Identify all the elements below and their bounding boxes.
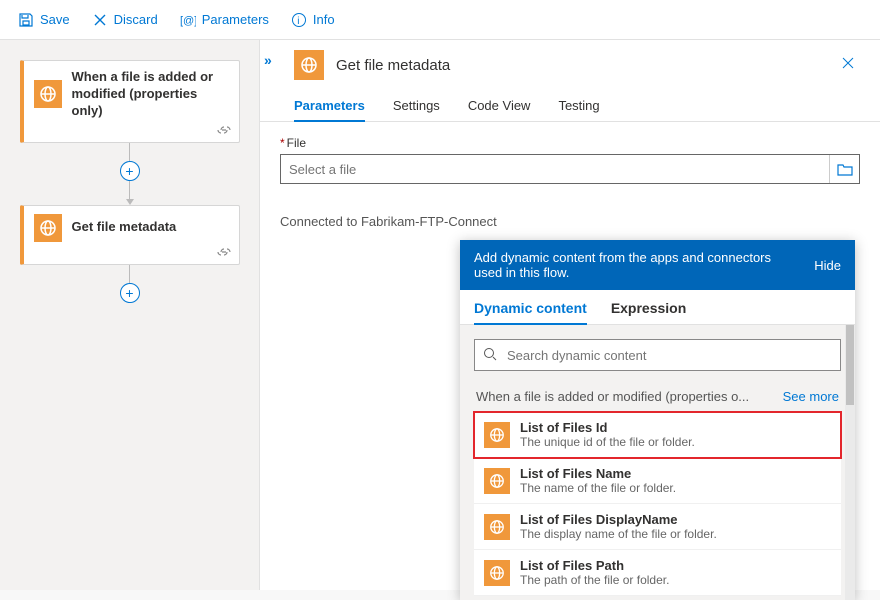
ftp-icon bbox=[294, 50, 324, 80]
info-icon: i bbox=[291, 12, 307, 28]
ftp-icon bbox=[484, 514, 510, 540]
info-label: Info bbox=[313, 12, 335, 27]
dynamic-content-tabs: Dynamic content Expression bbox=[460, 290, 855, 325]
dynamic-search-input[interactable] bbox=[507, 348, 832, 363]
dc-item-files-name[interactable]: List of Files Name The name of the file … bbox=[474, 458, 841, 504]
trigger-title: When a file is added or modified (proper… bbox=[72, 69, 229, 120]
item-desc: The display name of the file or folder. bbox=[520, 527, 831, 541]
dynamic-content-items: List of Files Id The unique id of the fi… bbox=[474, 412, 841, 596]
item-desc: The path of the file or folder. bbox=[520, 573, 831, 587]
add-step-button[interactable]: + bbox=[120, 161, 140, 181]
action-title: Get file metadata bbox=[72, 219, 177, 236]
svg-text:[@]: [@] bbox=[180, 15, 196, 27]
browse-folder-button[interactable] bbox=[829, 155, 859, 183]
tab-testing[interactable]: Testing bbox=[558, 90, 599, 121]
dc-item-files-displayname[interactable]: List of Files DisplayName The display na… bbox=[474, 504, 841, 550]
hide-button[interactable]: Hide bbox=[814, 258, 841, 273]
dc-section-title: When a file is added or modified (proper… bbox=[476, 389, 749, 404]
ftp-icon bbox=[34, 214, 62, 242]
see-more-link[interactable]: See more bbox=[783, 389, 839, 404]
dynamic-content-banner: Add dynamic content from the apps and co… bbox=[460, 240, 855, 290]
dynamic-content-body: When a file is added or modified (proper… bbox=[460, 325, 855, 600]
tab-expression[interactable]: Expression bbox=[611, 300, 686, 324]
action-card[interactable]: Get file metadata bbox=[20, 205, 240, 265]
save-icon bbox=[18, 12, 34, 28]
banner-text: Add dynamic content from the apps and co… bbox=[474, 250, 774, 280]
panel-header: Get file metadata bbox=[260, 40, 880, 90]
parameters-button[interactable]: [@] Parameters bbox=[172, 8, 277, 32]
discard-icon bbox=[92, 12, 108, 28]
parameters-label: Parameters bbox=[202, 12, 269, 27]
item-desc: The unique id of the file or folder. bbox=[520, 435, 831, 449]
tab-code-view[interactable]: Code View bbox=[468, 90, 531, 121]
scrollbar[interactable] bbox=[845, 325, 855, 600]
ftp-icon bbox=[484, 468, 510, 494]
save-button[interactable]: Save bbox=[10, 8, 78, 32]
item-title: List of Files Name bbox=[520, 466, 831, 481]
file-field-label: *File bbox=[280, 136, 860, 150]
svg-text:i: i bbox=[297, 16, 299, 27]
panel-tabs: Parameters Settings Code View Testing bbox=[260, 90, 880, 122]
save-label: Save bbox=[40, 12, 70, 27]
discard-label: Discard bbox=[114, 12, 158, 27]
tab-parameters[interactable]: Parameters bbox=[294, 90, 365, 121]
close-panel-button[interactable] bbox=[836, 51, 860, 80]
scrollbar-thumb[interactable] bbox=[846, 325, 854, 405]
connector-2: + bbox=[10, 265, 249, 303]
dc-section-header: When a file is added or modified (proper… bbox=[474, 385, 841, 412]
trigger-card[interactable]: When a file is added or modified (proper… bbox=[20, 60, 240, 143]
item-title: List of Files Id bbox=[520, 420, 831, 435]
parameters-icon: [@] bbox=[180, 12, 196, 28]
file-input[interactable] bbox=[281, 162, 829, 177]
link-icon bbox=[217, 246, 231, 260]
dynamic-content-popup: Add dynamic content from the apps and co… bbox=[460, 240, 855, 600]
item-title: List of Files DisplayName bbox=[520, 512, 831, 527]
collapse-panel-icon[interactable]: » bbox=[264, 52, 272, 68]
tab-dynamic-content[interactable]: Dynamic content bbox=[474, 300, 587, 324]
connection-status: Connected to Fabrikam-FTP-Connect bbox=[280, 214, 860, 229]
discard-button[interactable]: Discard bbox=[84, 8, 166, 32]
connector-1: + bbox=[10, 143, 249, 205]
file-input-wrapper bbox=[280, 154, 860, 184]
dynamic-search-wrapper bbox=[474, 339, 841, 371]
top-toolbar: Save Discard [@] Parameters i Info bbox=[0, 0, 880, 40]
ftp-icon bbox=[484, 422, 510, 448]
workflow-canvas: When a file is added or modified (proper… bbox=[0, 40, 260, 590]
info-button[interactable]: i Info bbox=[283, 8, 343, 32]
search-icon bbox=[483, 347, 497, 364]
add-step-button[interactable]: + bbox=[120, 283, 140, 303]
item-desc: The name of the file or folder. bbox=[520, 481, 831, 495]
ftp-icon bbox=[484, 560, 510, 586]
dc-item-files-id[interactable]: List of Files Id The unique id of the fi… bbox=[474, 412, 841, 458]
panel-title: Get file metadata bbox=[336, 57, 836, 74]
parameters-form: *File Connected to Fabrikam-FTP-Connect bbox=[260, 122, 880, 243]
details-panel: » Get file metadata Parameters Settings … bbox=[260, 40, 880, 590]
item-title: List of Files Path bbox=[520, 558, 831, 573]
ftp-icon bbox=[34, 80, 62, 108]
tab-settings[interactable]: Settings bbox=[393, 90, 440, 121]
dc-item-files-path[interactable]: List of Files Path The path of the file … bbox=[474, 550, 841, 596]
link-icon bbox=[217, 124, 231, 138]
